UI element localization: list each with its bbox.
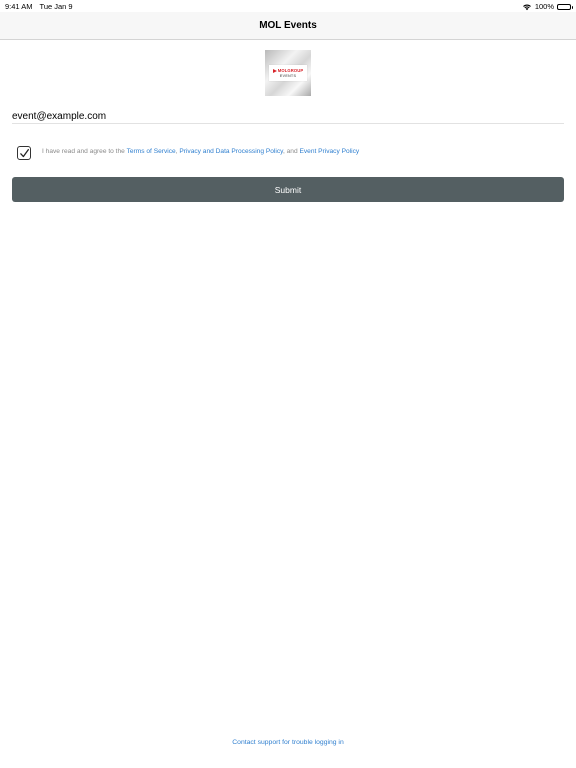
logo-brand-text: MOLGROUP <box>277 68 304 73</box>
submit-button[interactable]: Submit <box>12 177 564 202</box>
status-right: 100% <box>522 2 573 11</box>
logo-card: MOLGROUP EVENTS <box>269 65 307 81</box>
event-privacy-policy-link[interactable]: Event Privacy Policy <box>299 148 359 155</box>
terms-of-service-link[interactable]: Terms of Service <box>127 148 176 155</box>
logo-mark-icon <box>272 68 277 73</box>
privacy-policy-link[interactable]: Privacy and Data Processing Policy <box>179 148 283 155</box>
status-bar: 9:41 AM Tue Jan 9 100% <box>0 0 576 12</box>
contact-support-link[interactable]: Contact support for trouble logging in <box>0 739 576 746</box>
logo-brand-line: MOLGROUP <box>272 68 304 73</box>
consent-separator-2: , and <box>282 148 300 155</box>
checkmark-icon <box>19 148 29 157</box>
email-field[interactable]: event@example.com <box>12 109 564 124</box>
status-date: Tue Jan 9 <box>39 2 73 11</box>
consent-checkbox[interactable] <box>17 146 31 160</box>
status-left: 9:41 AM Tue Jan 9 <box>5 2 73 11</box>
logo-sub-text: EVENTS <box>279 74 297 78</box>
wifi-icon <box>522 4 531 10</box>
battery-percent: 100% <box>534 2 554 11</box>
consent-prefix: I have read and agree to the <box>42 148 127 155</box>
battery-icon <box>557 3 573 10</box>
submit-label: Submit <box>274 184 302 195</box>
email-value: event@example.com <box>12 110 107 122</box>
nav-bar: MOL Events <box>0 12 576 40</box>
mol-events-logo: MOLGROUP EVENTS <box>265 50 311 96</box>
page-title: MOL Events <box>259 20 317 31</box>
login-screen: 9:41 AM Tue Jan 9 100% MOL Events MOLGRO… <box>0 0 576 768</box>
consent-text: I have read and agree to the Terms of Se… <box>42 147 359 157</box>
status-time: 9:41 AM <box>5 2 33 11</box>
